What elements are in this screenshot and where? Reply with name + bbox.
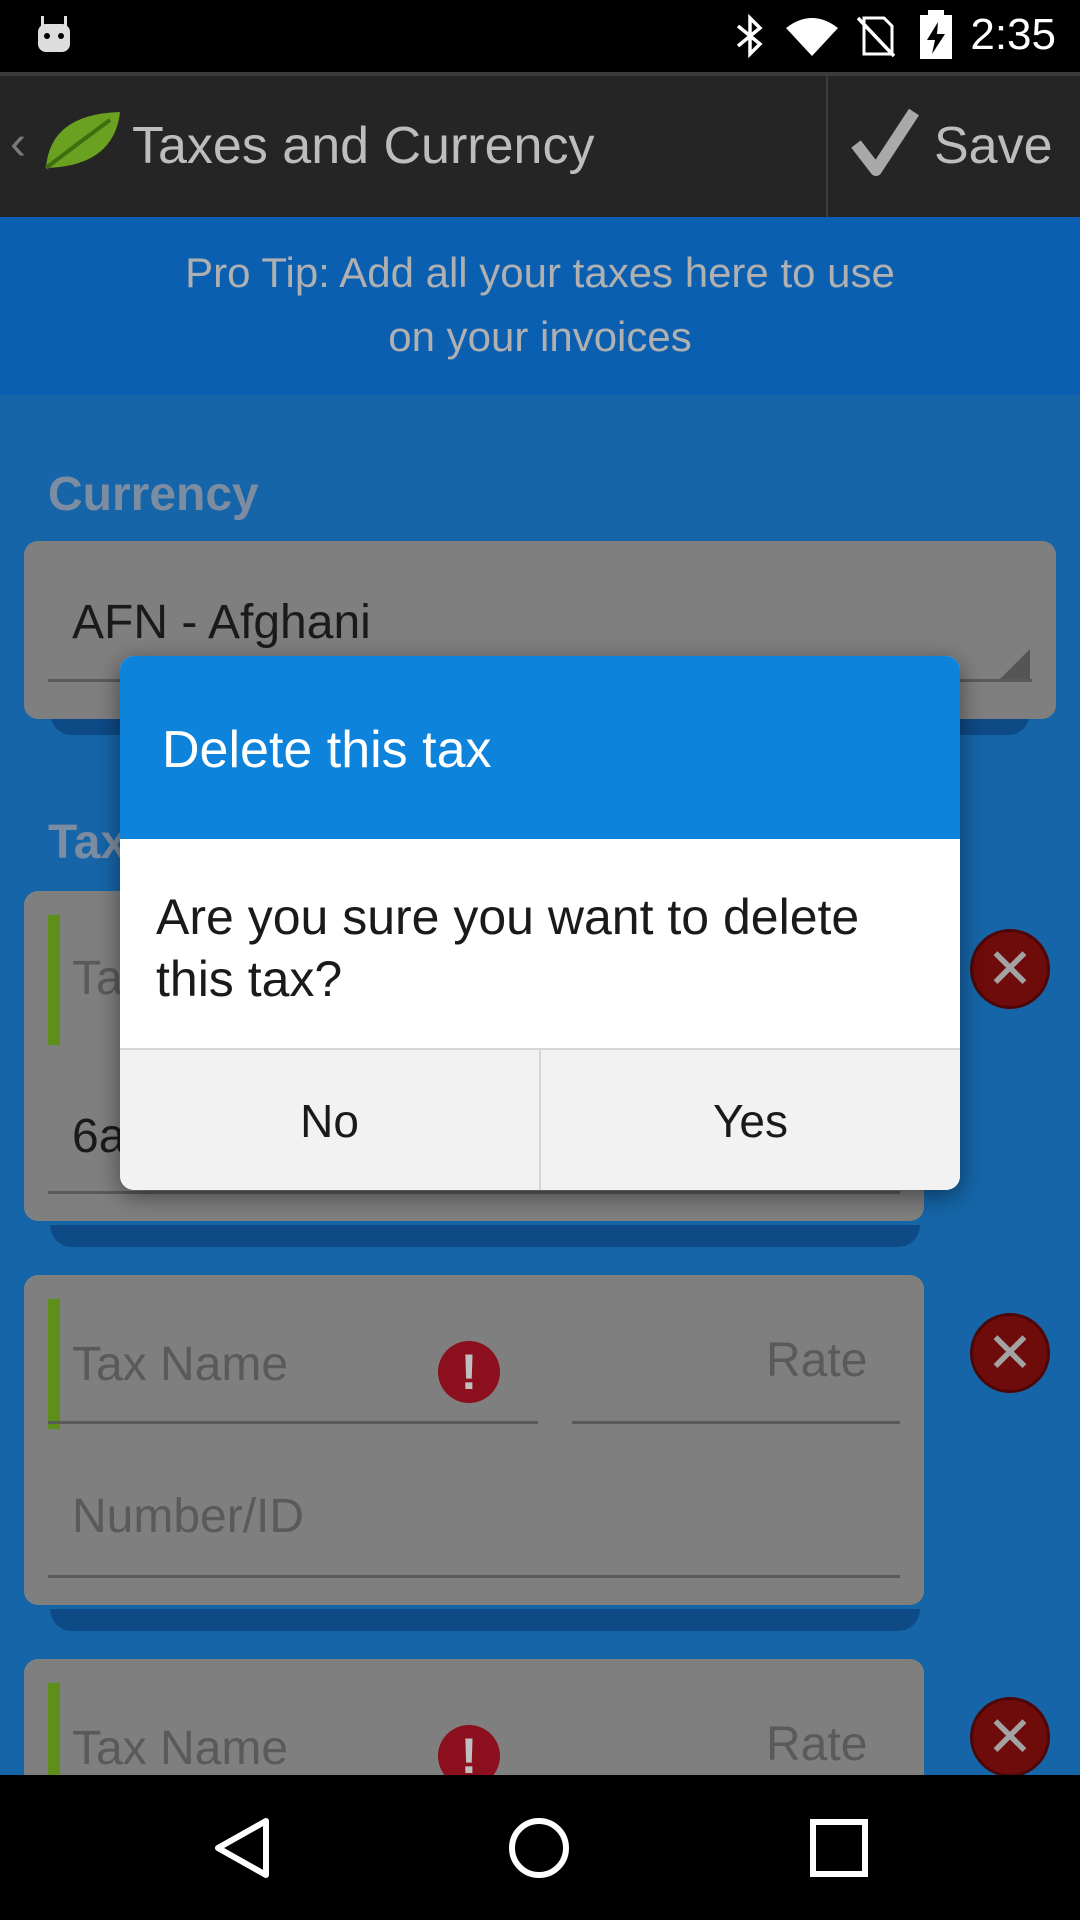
currency-value: AFN - Afghani — [72, 596, 371, 649]
yes-button[interactable]: Yes — [541, 1050, 960, 1190]
tax-name-accent — [48, 915, 60, 1045]
status-bar: 2:35 — [0, 0, 1080, 72]
tax-card-shadow — [50, 1609, 920, 1631]
leaf-logo-icon[interactable] — [40, 106, 124, 176]
tax-number-input[interactable]: Number/ID — [72, 1489, 304, 1544]
tax-name-underline — [48, 1421, 538, 1424]
tax-name-accent — [48, 1299, 60, 1429]
dropdown-corner-icon — [1000, 649, 1030, 679]
back-nav-icon[interactable] — [210, 1815, 276, 1881]
delete-x-icon: ✕ — [986, 1705, 1034, 1768]
delete-tax-button[interactable]: ✕ — [970, 1697, 1050, 1777]
tax-number-underline — [48, 1191, 900, 1194]
tax-card-shadow — [50, 1225, 920, 1247]
save-button[interactable]: Save — [830, 76, 1080, 218]
action-bar: ‹ Taxes and Currency Save — [0, 72, 1080, 221]
delete-x-icon: ✕ — [986, 937, 1034, 1000]
page-title: Taxes and Currency — [132, 117, 595, 175]
tax-rate-input[interactable]: Rate — [766, 1333, 867, 1388]
tax-item-card: Tax Name ! Rate Number/ID — [24, 1275, 924, 1605]
checkmark-icon — [851, 108, 920, 176]
no-sim-icon — [856, 16, 896, 58]
error-icon: ! — [438, 1341, 500, 1403]
tax-name-input[interactable]: Ta — [72, 951, 123, 1006]
dialog-message: Are you sure you want to delete this tax… — [156, 889, 860, 1007]
dialog-header: Delete this tax — [120, 656, 960, 839]
dialog-title: Delete this tax — [162, 721, 492, 779]
delete-tax-button[interactable]: ✕ — [970, 929, 1050, 1009]
wifi-icon — [786, 18, 838, 56]
recents-nav-icon[interactable] — [808, 1817, 870, 1879]
battery-charging-icon — [920, 10, 952, 59]
delete-tax-button[interactable]: ✕ — [970, 1313, 1050, 1393]
tax-rate-underline — [572, 1421, 900, 1424]
back-button[interactable]: ‹ — [10, 116, 26, 171]
tax-number-input[interactable]: 6a — [72, 1109, 125, 1164]
dialog-buttons: No Yes — [120, 1048, 960, 1190]
save-label: Save — [934, 117, 1053, 175]
android-icon — [38, 16, 70, 52]
delete-tax-dialog: Delete this tax Are you sure you want to… — [120, 656, 960, 1190]
pro-tip-line-2: on your invoices — [388, 313, 692, 360]
pro-tip-line-1: Pro Tip: Add all your taxes here to use — [185, 249, 895, 296]
bluetooth-icon — [736, 14, 763, 58]
pro-tip-banner: Pro Tip: Add all your taxes here to use … — [0, 217, 1080, 395]
navigation-bar — [0, 1775, 1080, 1920]
action-bar-divider — [826, 76, 828, 218]
tax-rate-input[interactable]: Rate — [766, 1717, 867, 1772]
currency-section-title: Currency — [48, 468, 259, 521]
tax-section-title: Tax — [48, 816, 128, 869]
tax-number-underline — [48, 1575, 900, 1578]
delete-x-icon: ✕ — [986, 1321, 1034, 1384]
tax-name-input[interactable]: Tax Name — [72, 1721, 288, 1776]
status-time: 2:35 — [970, 10, 1056, 59]
home-nav-icon[interactable] — [506, 1815, 572, 1881]
tax-name-input[interactable]: Tax Name — [72, 1337, 288, 1392]
no-button[interactable]: No — [120, 1050, 539, 1190]
